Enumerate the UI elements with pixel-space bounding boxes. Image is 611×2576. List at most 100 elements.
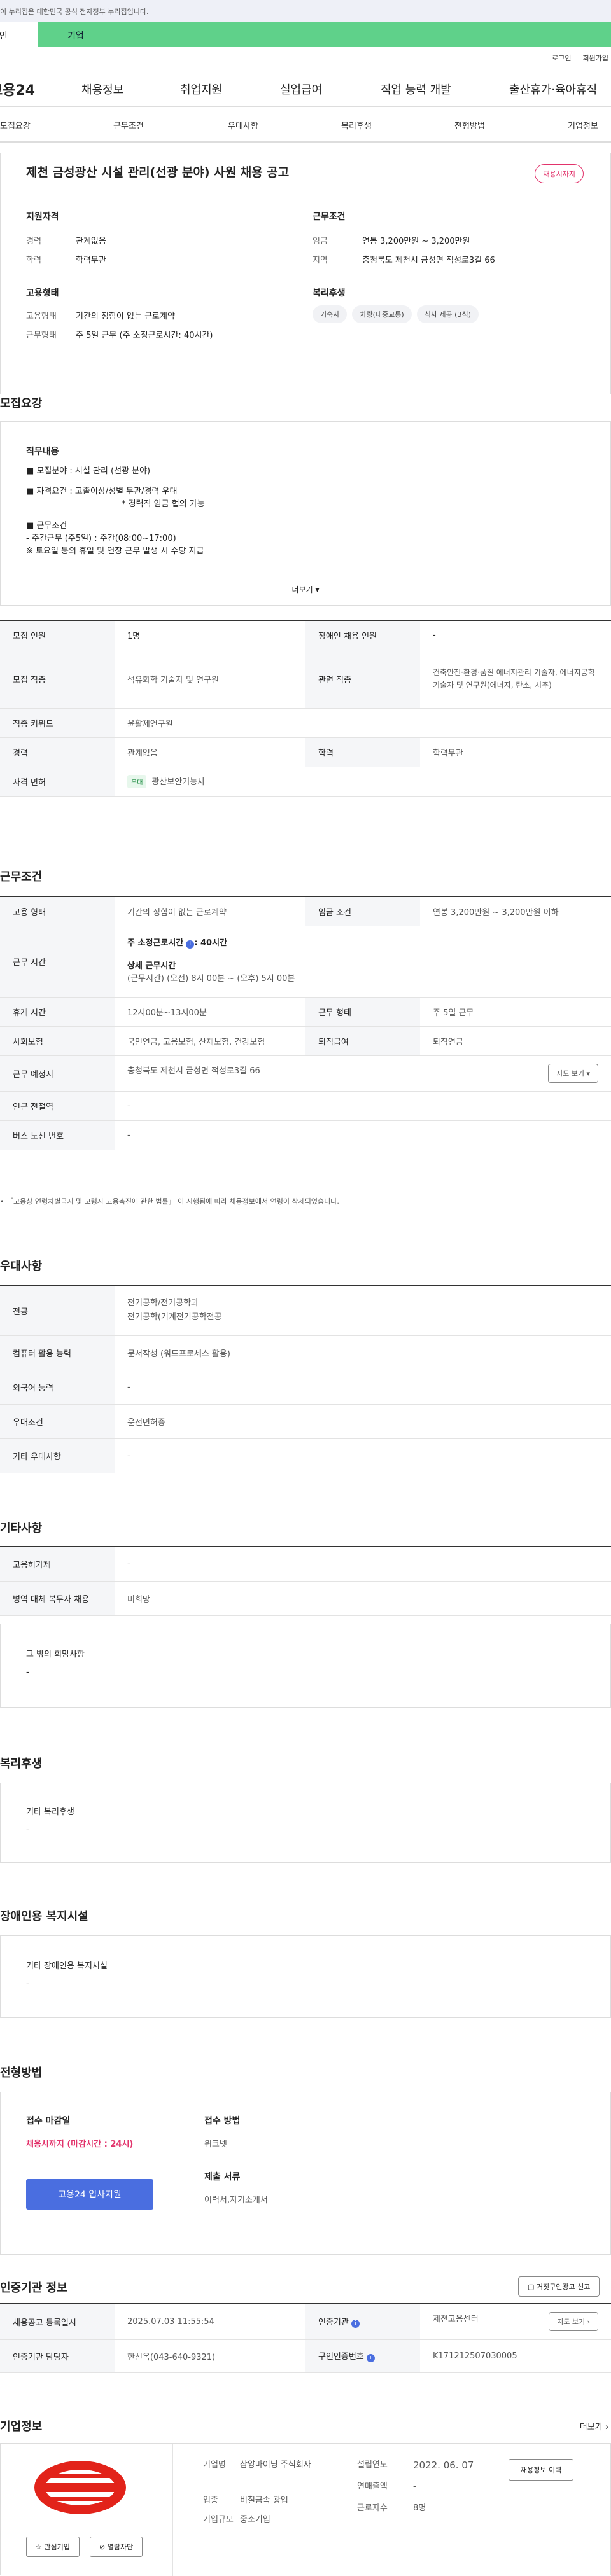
table-row: 자격 면허 우대 광산보안기능사 xyxy=(0,767,611,797)
table-row: 기타 우대사항 - xyxy=(0,1438,611,1473)
tab-company[interactable]: 기업 xyxy=(38,22,611,47)
anchor-screening[interactable]: 전형방법 xyxy=(454,119,485,131)
report-icon: ▢ xyxy=(528,2283,535,2291)
welfare-chip: 식사 제공 (3식) xyxy=(416,305,479,323)
welfare-chip: 기숙사 xyxy=(313,305,348,323)
chevron-down-icon: ▾ xyxy=(315,585,320,594)
work-table: 고용 형태 기간의 정함이 없는 근로계약 임금 조건 연봉 3,200만원 ~ 3,… xyxy=(0,896,611,1150)
qual-education: 학력 학력무관 xyxy=(26,256,106,265)
table-row: 버스 노선 번호 - xyxy=(0,1120,611,1150)
nav-item-unemployment-benefit[interactable]: 실업급여 xyxy=(280,81,322,97)
signup-link[interactable]: 회원가입 xyxy=(583,53,608,63)
nav-item-employment-support[interactable]: 취업지원 xyxy=(180,81,222,97)
table-row: 전공 전기공학/전기공학과 전기공학(기계전기공학전공 xyxy=(0,1286,611,1336)
company-title: 기업정보 xyxy=(0,2420,43,2433)
qual-career: 경력 관계없음 xyxy=(26,237,106,246)
table-row: 사회보험 국민연금, 고용보험, 산재보험, 건강보험 퇴직급여 퇴직연금 xyxy=(0,1026,611,1056)
benefit-card: 기타 복리후생 - xyxy=(0,1783,611,1863)
method-value: 워크넷 xyxy=(204,2140,227,2149)
anchor-company[interactable]: 기업정보 xyxy=(568,119,598,131)
info-icon[interactable]: i xyxy=(186,940,195,949)
table-row: 병역 대체 복무자 채용 비희망 xyxy=(0,1581,611,1616)
auth-links: 로그인 회원가입 xyxy=(0,47,611,69)
anchor-work[interactable]: 근무조건 xyxy=(113,119,144,131)
table-row: 컴퓨터 활용 능력 문서작성 (워드프로세스 활용) xyxy=(0,1335,611,1370)
anchor-pref[interactable]: 우대사항 xyxy=(228,119,258,131)
disabled-card: 기타 장애인용 복지시설 - xyxy=(0,1935,611,2018)
table-row: 인근 전철역 - xyxy=(0,1091,611,1121)
pref-tag: 우대 xyxy=(127,774,147,788)
etc-title: 기타사항 xyxy=(0,1522,43,1535)
table-row: 우대조건 운전면허증 xyxy=(0,1404,611,1439)
etc-table: 고용허가제 - 병역 대체 복무자 채용 비희망 xyxy=(0,1546,611,1616)
anchor-welfare[interactable]: 복리후생 xyxy=(341,119,372,131)
table-row: 근무 시간 주 소정근로시간 i: 40시간 상세 근무시간 (근무시간) (오전… xyxy=(0,926,611,998)
map-view-button[interactable]: 지도 보기 ▾ xyxy=(547,1064,598,1083)
job-title: 제천 금성광산 시설 관리(선광 분야) 사원 채용 공고 xyxy=(26,165,290,179)
screening-title: 전형방법 xyxy=(0,2066,43,2080)
table-row: 모집 직종 석유화학 기술자 및 연구원 관련 직종 건축안전·환경·품질 에너지관리… xyxy=(0,650,611,709)
cert-table: 채용공고 등록일시 2025.07.03 11:55:54 인증기관 i 제천고용센터 지… xyxy=(0,2303,611,2373)
table-row: 모집 인원 1명 장애인 채용 인원 - xyxy=(0,620,611,650)
gov-notice-bar: 이 누리집은 대한민국 공식 전자정부 누리집입니다. xyxy=(0,0,611,22)
deadline-heading: 접수 마감일 xyxy=(26,2116,71,2126)
favorite-company-button[interactable]: ☆ 관심기업 xyxy=(26,2537,80,2557)
cert-title: 인증기관 정보 xyxy=(0,2281,67,2295)
table-row: 직종 키워드 윤활제연구원 xyxy=(0,708,611,738)
cond-location: 지역 충청북도 제천시 금성면 적성로3길 66 xyxy=(313,256,495,265)
benefit-title: 복리후생 xyxy=(0,1757,43,1771)
block-view-button[interactable]: ⊘ 열람차단 xyxy=(90,2537,143,2557)
gov-notice-text: 이 누리집은 대한민국 공식 전자정부 누리집입니다. xyxy=(0,8,149,16)
nav-item-job-training[interactable]: 직업 능력 개발 xyxy=(381,81,451,97)
table-row: 휴게 시간 12시00분~13시00분 근무 형태 주 5일 근무 xyxy=(0,997,611,1027)
recruit-title: 모집요강 xyxy=(0,397,43,410)
duty-more-button[interactable]: 더보기 ▾ xyxy=(1,571,610,606)
docs-heading: 제출 서류 xyxy=(204,2172,241,2182)
cert-map-button[interactable]: 지도 보기 › xyxy=(549,2312,598,2332)
company-info-rows: 기업명 삼양마이닝 주식회사 업종 비철금속 광업 기업규모 중소기업 xyxy=(203,2460,311,2524)
tab-personal[interactable]: 개인 xyxy=(0,22,38,47)
divider xyxy=(172,2444,173,2576)
welfare-chip: 차량(대중교통) xyxy=(352,305,412,323)
emp-heading: 고용형태 xyxy=(26,288,59,298)
info-icon[interactable]: i xyxy=(366,2354,375,2362)
table-row: 근무 예정지 충청북도 제천시 금성면 적성로3길 66 지도 보기 ▾ xyxy=(0,1055,611,1092)
site-logo[interactable]: 고용24 xyxy=(0,79,66,99)
anchor-recruit[interactable]: 모집요강 xyxy=(0,119,31,131)
pref-table: 전공 전기공학/전기공학과 전기공학(기계전기공학전공 컴퓨터 활용 능력 문서작성 … xyxy=(0,1285,611,1473)
welfare-heading: 복리후생 xyxy=(313,288,346,298)
info-icon[interactable]: i xyxy=(351,2320,360,2329)
section-anchor-nav: 모집요강 근무조건 우대사항 복리후생 전형방법 기업정보 xyxy=(0,107,611,143)
pref-title: 우대사항 xyxy=(0,1260,43,1273)
welfare-chips: 기숙사 차량(대중교통) 식사 제공 (3식) xyxy=(313,305,484,323)
cond-wage: 임금 연봉 3,200만원 ~ 3,200만원 xyxy=(313,237,470,246)
nav-item-jobs[interactable]: 채용정보 xyxy=(81,81,123,97)
table-row: 외국어 능력 - xyxy=(0,1370,611,1405)
work-title: 근무조건 xyxy=(0,870,43,884)
deadline-value: 채용시까지 (마감시간 : 24시) xyxy=(26,2140,134,2149)
table-row: 경력 관계없음 학력 학력무관 xyxy=(0,737,611,767)
apply-button[interactable]: 고용24 입사지원 xyxy=(26,2179,153,2210)
company-stats: 설립연도 2022. 06. 07 연매출액 - 근로자수 8명 xyxy=(357,2460,474,2513)
qual-heading: 지원자격 xyxy=(26,212,59,222)
duty-heading: 직무내용 xyxy=(26,447,59,457)
table-row: 고용 형태 기간의 정함이 없는 근로계약 임금 조건 연봉 3,200만원 ~ 3,… xyxy=(0,896,611,926)
job-history-button[interactable]: 채용정보 이력 xyxy=(509,2459,574,2481)
company-logo xyxy=(32,2459,128,2516)
screening-card: 접수 마감일 채용시까지 (마감시간 : 24시) 고용24 입사지원 접수 방… xyxy=(0,2092,611,2255)
login-link[interactable]: 로그인 xyxy=(552,53,571,63)
status-badge: 채용시까지 xyxy=(535,164,584,183)
etc-other-card: 그 밖의 희망사항 - xyxy=(0,1624,611,1708)
report-fake-ad-button[interactable]: ▢ 거짓구인광고 신고 xyxy=(518,2276,600,2297)
table-row: 인증기관 담당자 한선옥(043-640-9321) 구인인증번호 i K1712125… xyxy=(0,2339,611,2373)
emp-form: 근무형태 주 5일 근무 (주 소정근로시간: 40시간) xyxy=(26,331,213,340)
nav-item-parental-leave[interactable]: 출산휴가·육아휴직 xyxy=(509,81,597,97)
table-row: 채용공고 등록일시 2025.07.03 11:55:54 인증기관 i 제천고용센터 지… xyxy=(0,2304,611,2340)
block-icon: ⊘ xyxy=(99,2543,106,2551)
company-more-link[interactable]: 더보기 › xyxy=(580,2420,608,2432)
recruit-table: 모집 인원 1명 장애인 채용 인원 - 모집 직종 석유화학 기술자 및 연구원 관련 … xyxy=(0,620,611,797)
age-law-note: • 「고용상 연령차별금지 및 고령자 고용촉진에 관한 법률」 이 시행됨에 … xyxy=(0,1197,339,1206)
method-heading: 접수 방법 xyxy=(204,2116,241,2126)
star-icon: ☆ xyxy=(36,2543,42,2551)
cond-heading: 근무조건 xyxy=(313,212,346,222)
